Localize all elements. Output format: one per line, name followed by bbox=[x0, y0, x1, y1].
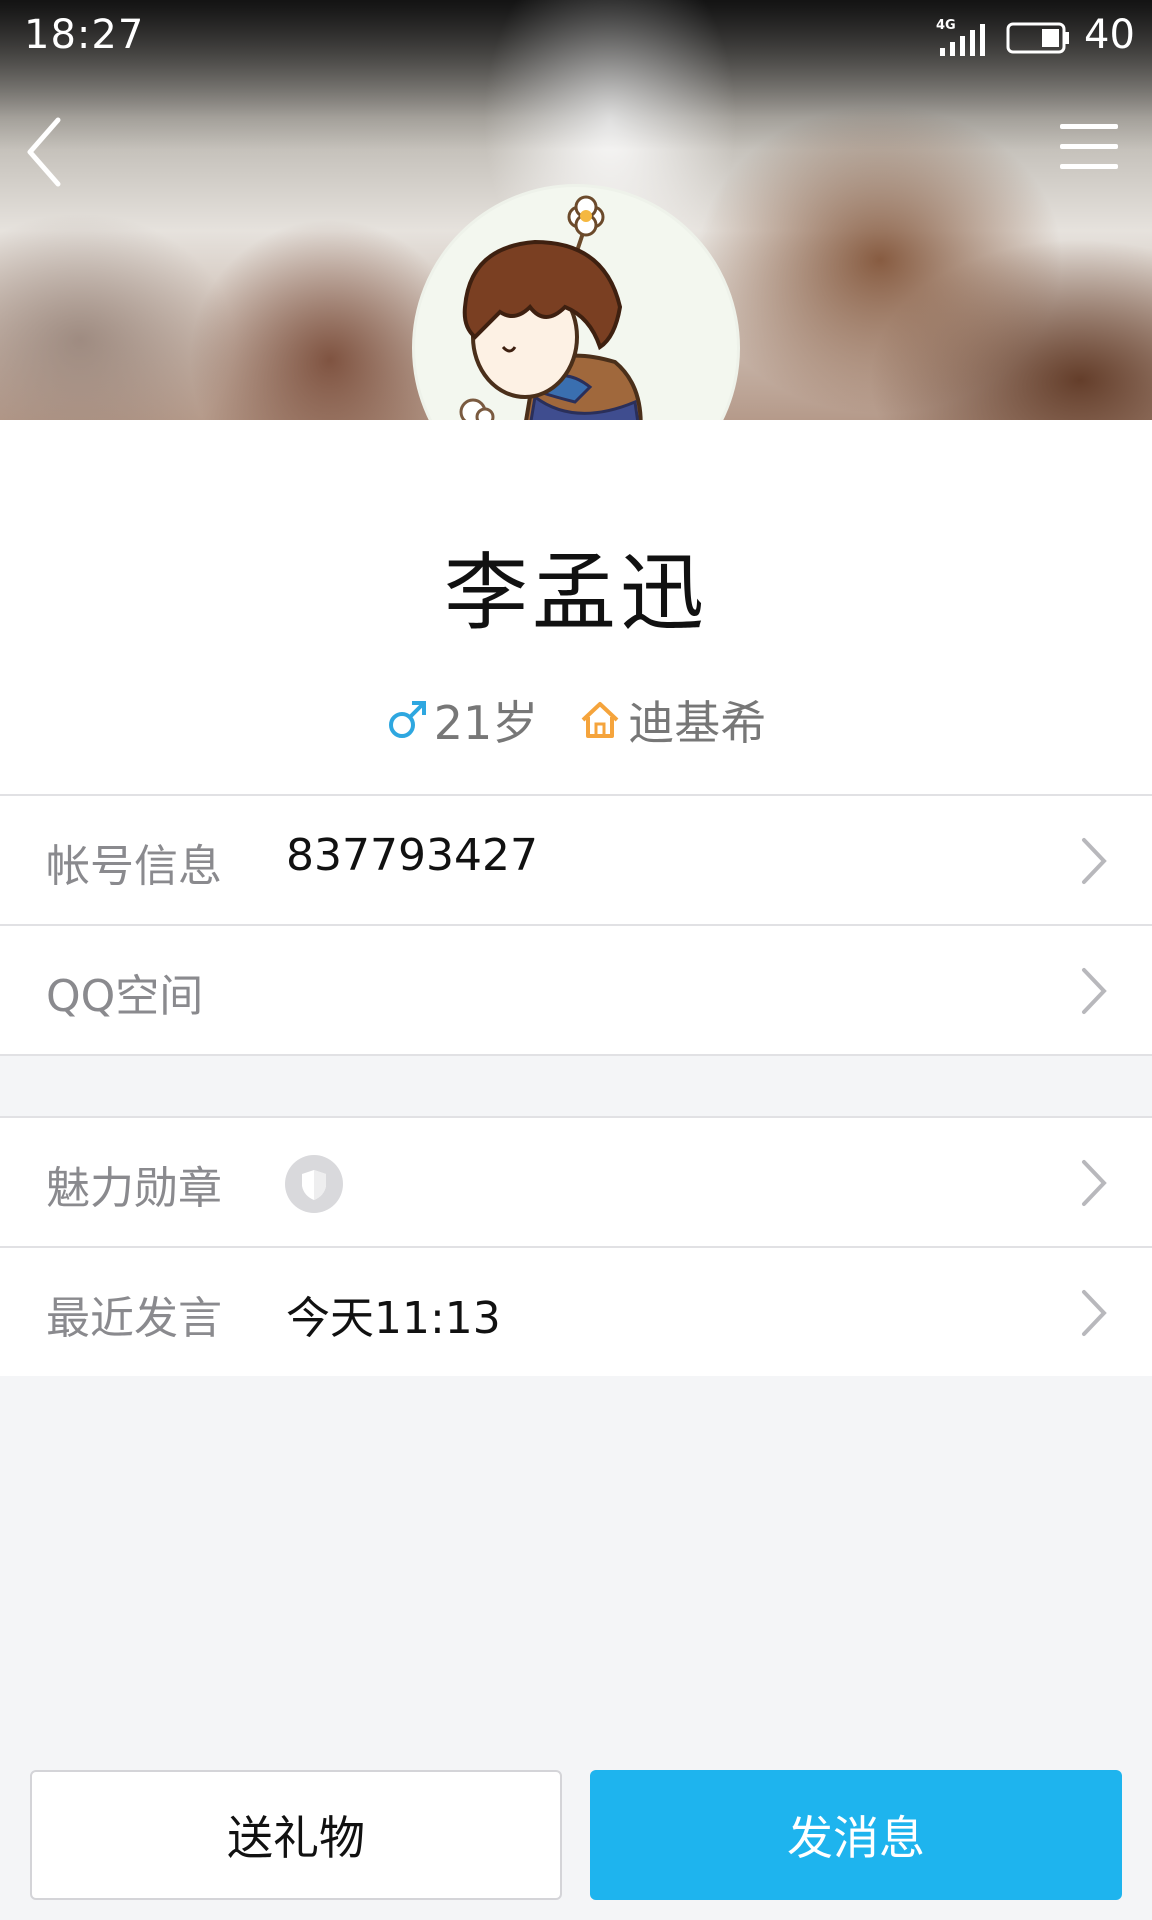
charm-badge-label: 魅力勋章 bbox=[46, 1163, 222, 1214]
recent-post-row[interactable]: 最近发言 今天11:13 bbox=[0, 1246, 1152, 1376]
profile-meta: 21岁 迪基希 bbox=[0, 690, 1152, 750]
recent-post-time: 今天11:13 bbox=[286, 1293, 501, 1344]
charm-badge-icon bbox=[285, 1155, 343, 1213]
profile-card: 李孟迅 21岁 迪基希 bbox=[0, 420, 1152, 794]
chevron-right-icon bbox=[1082, 838, 1107, 884]
qzone-label: QQ空间 bbox=[46, 971, 204, 1022]
chevron-right-icon bbox=[1082, 1160, 1107, 1206]
home-icon bbox=[581, 702, 619, 738]
hamburger-menu-icon[interactable] bbox=[1058, 120, 1120, 174]
status-time: 18:27 bbox=[24, 12, 145, 58]
age-info: 21岁 bbox=[386, 687, 539, 753]
account-info-label: 帐号信息 bbox=[46, 841, 222, 892]
qzone-row[interactable]: QQ空间 bbox=[0, 924, 1152, 1054]
chevron-right-icon bbox=[1082, 1290, 1107, 1336]
send-gift-button[interactable]: 送礼物 bbox=[30, 1770, 562, 1900]
chevron-right-icon bbox=[1082, 968, 1107, 1014]
account-number: 837793427 bbox=[286, 830, 538, 881]
battery-icon bbox=[1006, 22, 1069, 54]
info-list-group-1: 帐号信息 837793427 QQ空间 bbox=[0, 794, 1152, 1056]
recent-post-label: 最近发言 bbox=[46, 1293, 222, 1344]
back-arrow-icon[interactable] bbox=[20, 112, 70, 192]
charm-badge-row[interactable]: 魅力勋章 bbox=[0, 1116, 1152, 1246]
info-list-group-2: 魅力勋章 最近发言 今天11:13 bbox=[0, 1116, 1152, 1376]
hometown-text: 迪基希 bbox=[628, 696, 767, 750]
battery-level: 40 bbox=[1084, 12, 1135, 58]
male-icon bbox=[388, 701, 426, 738]
profile-name: 李孟迅 bbox=[443, 544, 708, 642]
signal-icon bbox=[940, 24, 985, 56]
age-text: 21岁 bbox=[433, 696, 539, 750]
send-message-button[interactable]: 发消息 bbox=[590, 1770, 1122, 1900]
hometown-info: 迪基希 bbox=[580, 687, 766, 753]
account-info-row[interactable]: 帐号信息 837793427 bbox=[0, 794, 1152, 924]
status-bar: 18:27 4G 40 bbox=[0, 0, 1152, 76]
